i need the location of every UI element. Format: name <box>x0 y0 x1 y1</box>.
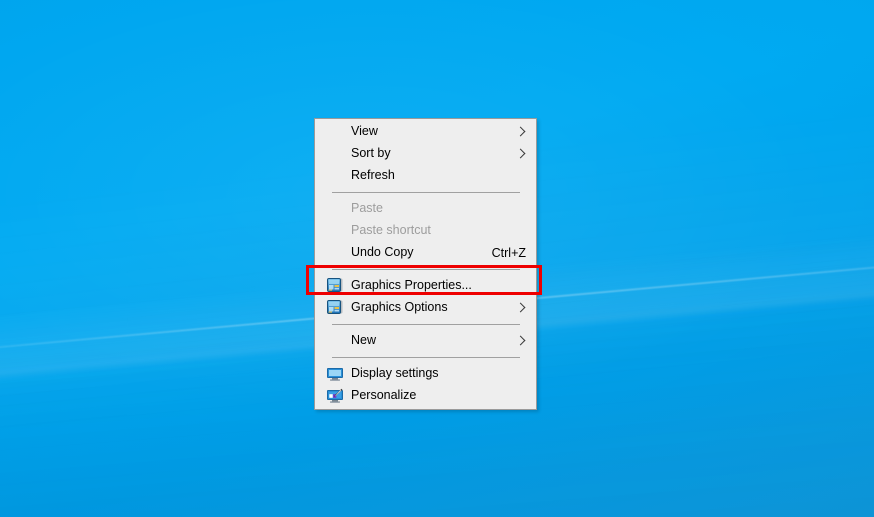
menu-item-label: New <box>351 333 377 348</box>
menu-item-paste: Paste <box>315 198 536 220</box>
intel-graphics-icon <box>326 300 343 317</box>
menu-item-icon-placeholder <box>326 168 343 185</box>
intel-graphics-icon <box>326 278 343 295</box>
menu-separator <box>332 357 520 358</box>
menu-item-label: Display settings <box>351 366 439 381</box>
menu-item-icon-placeholder <box>326 333 343 350</box>
monitor-icon <box>326 366 343 383</box>
menu-separator <box>332 192 520 193</box>
menu-item-label: Paste shortcut <box>351 223 431 238</box>
chevron-right-icon <box>516 303 526 313</box>
menu-item-icon-placeholder <box>326 245 343 262</box>
chevron-right-icon <box>516 149 526 159</box>
menu-item-icon-placeholder <box>326 201 343 218</box>
menu-item-icon-placeholder <box>326 124 343 141</box>
menu-item-undo-copy[interactable]: Undo Copy Ctrl+Z <box>315 242 536 264</box>
menu-item-shortcut: Ctrl+Z <box>491 245 526 260</box>
menu-item-view[interactable]: View <box>315 121 536 143</box>
menu-item-personalize[interactable]: Personalize <box>315 385 536 407</box>
menu-item-graphics-properties[interactable]: Graphics Properties... <box>315 275 536 297</box>
menu-item-icon-placeholder <box>326 146 343 163</box>
menu-separator <box>332 324 520 325</box>
personalize-brush-icon <box>326 388 343 405</box>
menu-item-label: Refresh <box>351 168 395 183</box>
menu-item-label: Graphics Properties... <box>351 278 472 293</box>
menu-item-graphics-options[interactable]: Graphics Options <box>315 297 536 319</box>
menu-item-label: Paste <box>351 201 383 216</box>
desktop-context-menu[interactable]: View Sort by Refresh Paste Paste shortcut Und… <box>314 118 537 410</box>
menu-item-label: View <box>351 124 378 139</box>
menu-item-display-settings[interactable]: Display settings <box>315 363 536 385</box>
chevron-right-icon <box>516 127 526 137</box>
menu-item-paste-shortcut: Paste shortcut <box>315 220 536 242</box>
menu-item-new[interactable]: New <box>315 330 536 352</box>
menu-item-label: Graphics Options <box>351 300 448 315</box>
menu-item-refresh[interactable]: Refresh <box>315 165 536 187</box>
menu-item-label: Sort by <box>351 146 391 161</box>
menu-item-label: Personalize <box>351 388 417 403</box>
menu-separator <box>332 269 520 270</box>
menu-item-sort-by[interactable]: Sort by <box>315 143 536 165</box>
menu-item-icon-placeholder <box>326 223 343 240</box>
chevron-right-icon <box>516 336 526 346</box>
menu-item-label: Undo Copy <box>351 245 414 260</box>
